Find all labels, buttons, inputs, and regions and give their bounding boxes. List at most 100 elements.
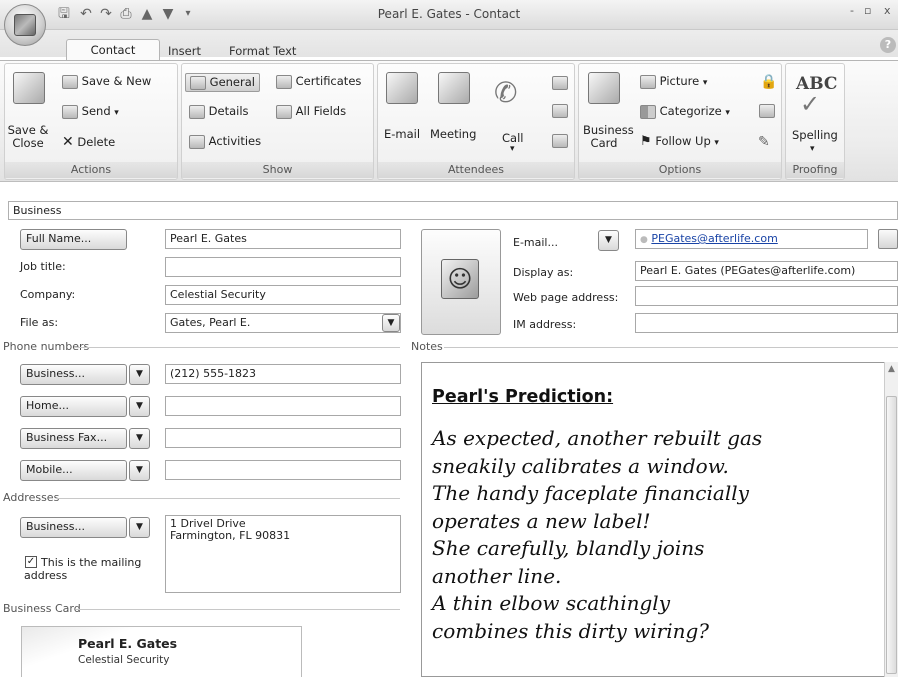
help-icon[interactable]: ? (880, 37, 896, 53)
delete-label: Delete (77, 135, 116, 149)
phone-business-button[interactable]: Business... (20, 364, 127, 385)
file-as-select[interactable]: Gates, Pearl E. (165, 313, 401, 333)
notes-scrollbar[interactable]: ▲ (884, 362, 898, 677)
group-show-label: Show (182, 162, 373, 178)
notes-editor[interactable]: Pearl's Prediction: As expected, another… (421, 362, 898, 677)
group-proofing-label: Proofing (786, 162, 844, 178)
phone-business-fax-button[interactable]: Business Fax... (20, 428, 127, 449)
restore-button[interactable]: ▫ (864, 4, 871, 17)
phone-business-input[interactable]: (212) 555-1823 (165, 364, 401, 384)
email-button-label[interactable]: E-mail... (513, 236, 558, 249)
details-icon (189, 104, 205, 119)
business-card-divider (76, 609, 400, 610)
close-button[interactable]: x (884, 4, 891, 17)
meeting-icon (438, 72, 470, 104)
check-names-icon[interactable] (552, 104, 568, 118)
all-fields-button[interactable]: All Fields (276, 104, 346, 119)
phone-business-fax-dropdown-icon[interactable]: ▼ (129, 428, 150, 449)
business-card-heading: Business Card (3, 602, 81, 615)
web-page-label: Web page address: (513, 291, 619, 304)
addresses-heading: Addresses (3, 491, 60, 504)
details-button[interactable]: Details (189, 104, 249, 119)
private-lock-icon[interactable]: 🔒 (760, 74, 777, 90)
job-title-input[interactable] (165, 257, 401, 277)
phone-mobile-input[interactable] (165, 460, 401, 480)
group-options-label: Options (579, 162, 781, 178)
tab-format-text[interactable]: Format Text (229, 44, 296, 58)
all-fields-icon (276, 104, 292, 119)
address-type-button[interactable]: Business... (20, 517, 127, 538)
tab-contact[interactable]: Contact (66, 39, 160, 61)
spelling-tools-icon[interactable]: ✎ (758, 134, 770, 150)
activities-button[interactable]: Activities (189, 134, 261, 149)
phone-home-button[interactable]: Home... (20, 396, 127, 417)
checkmark-icon: ✓ (800, 90, 821, 118)
email-link[interactable]: PEGates@afterlife.com (651, 232, 777, 245)
business-card-company: Celestial Security (78, 654, 170, 666)
group-actions-label: Actions (5, 162, 177, 178)
call-button[interactable]: Call (502, 131, 523, 145)
im-address-input[interactable] (635, 313, 898, 333)
follow-up-label: Follow Up (655, 134, 711, 148)
file-as-dropdown-icon[interactable]: ▼ (382, 314, 400, 332)
call-dropdown-icon: ▾ (510, 144, 515, 154)
web-page-input[interactable] (635, 286, 898, 306)
address-type-dropdown-icon[interactable]: ▼ (129, 517, 150, 538)
email-button[interactable]: E-mail (384, 127, 420, 141)
send-icon (62, 104, 78, 119)
scroll-thumb[interactable] (886, 396, 897, 674)
window-title: Pearl E. Gates - Contact (377, 7, 521, 21)
follow-up-button[interactable]: ⚑ Follow Up ▾ (640, 134, 719, 149)
save-new-icon (62, 74, 78, 89)
job-title-label: Job title: (20, 260, 66, 273)
categorize-button[interactable]: Categorize ▾ (640, 104, 730, 119)
display-as-input[interactable]: Pearl E. Gates (PEGates@afterlife.com) (635, 261, 898, 281)
group-attendees-label: Attendees (378, 162, 574, 178)
address-textarea[interactable]: 1 Drivel Drive Farmington, FL 90831 (165, 515, 401, 593)
book-icon[interactable] (759, 104, 775, 118)
map-icon[interactable] (552, 134, 568, 148)
tab-insert[interactable]: Insert (168, 44, 201, 58)
meeting-button[interactable]: Meeting (430, 127, 476, 141)
certificates-button[interactable]: Certificates (276, 74, 361, 89)
phone-business-fax-input[interactable] (165, 428, 401, 448)
im-address-label: IM address: (513, 318, 577, 331)
scroll-up-icon[interactable]: ▲ (886, 364, 897, 376)
business-card-preview[interactable] (21, 626, 302, 677)
business-card-button[interactable]: Business Card (583, 124, 634, 150)
picture-button[interactable]: Picture ▾ (640, 74, 707, 89)
general-label: General (209, 75, 255, 89)
display-as-label: Display as: (513, 266, 574, 279)
follow-up-dropdown-icon: ▾ (714, 138, 719, 148)
save-new-button[interactable]: Save & New (62, 74, 151, 89)
phone-home-input[interactable] (165, 396, 401, 416)
minimize-button[interactable]: - (850, 4, 854, 17)
delete-button[interactable]: ✕ Delete (62, 134, 115, 150)
categorize-dropdown-icon: ▾ (725, 108, 730, 118)
phone-mobile-dropdown-icon[interactable]: ▼ (129, 460, 150, 481)
spelling-dropdown-icon: ▾ (810, 144, 815, 154)
phone-business-dropdown-icon[interactable]: ▼ (129, 364, 150, 385)
certificates-label: Certificates (295, 74, 362, 88)
phone-home-dropdown-icon[interactable]: ▼ (129, 396, 150, 417)
address-book-icon[interactable] (552, 76, 568, 90)
mailing-address-label: This is the mailing address (24, 556, 142, 582)
phone-divider (78, 347, 400, 348)
file-as-label: File as: (20, 316, 59, 329)
phone-mobile-button[interactable]: Mobile... (20, 460, 127, 481)
email-type-dropdown-icon[interactable]: ▼ (598, 230, 619, 251)
send-button[interactable]: Send ▾ (62, 104, 119, 119)
email-address-book-icon[interactable] (878, 229, 898, 249)
general-button[interactable]: General (185, 73, 260, 92)
send-label: Send (81, 104, 111, 118)
picture-dropdown-icon: ▾ (702, 78, 708, 88)
office-button[interactable] (4, 4, 46, 46)
save-close-button[interactable]: Save & Close (6, 124, 50, 150)
company-input[interactable]: Celestial Security (165, 285, 401, 305)
general-icon (190, 75, 206, 90)
email-input[interactable]: ● PEGates@afterlife.com (635, 229, 868, 249)
spelling-button[interactable]: Spelling (792, 128, 838, 142)
full-name-input[interactable]: Pearl E. Gates (165, 229, 401, 249)
full-name-button[interactable]: Full Name... (20, 229, 127, 250)
picture-icon (640, 74, 656, 89)
